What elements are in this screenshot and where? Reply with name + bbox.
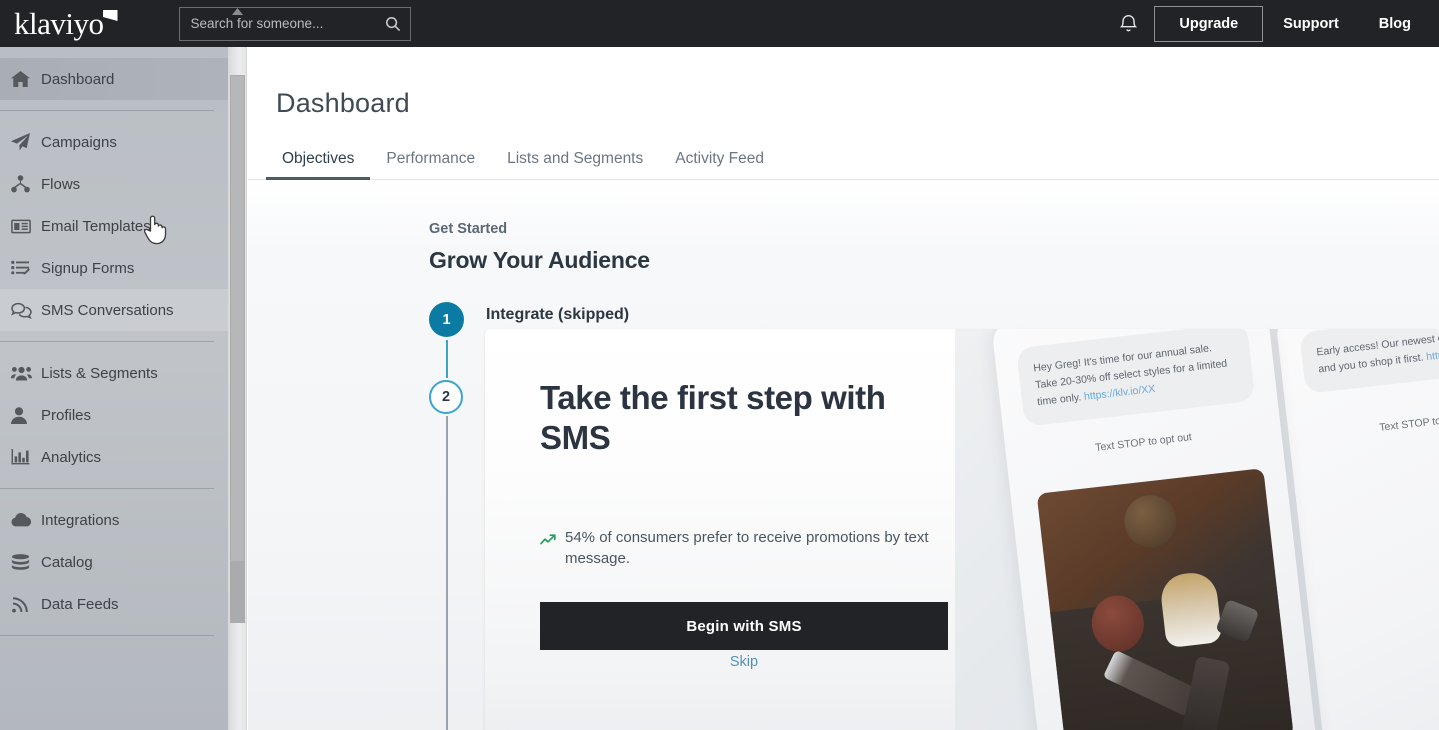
rss-feed-icon [11, 596, 39, 613]
step-1-indicator: 1 [429, 302, 464, 337]
tab-lists-and-segments[interactable]: Lists and Segments [491, 150, 659, 179]
sidebar-item-email-templates[interactable]: Email Templates [0, 205, 228, 247]
sidebar-item-catalog[interactable]: Catalog [0, 541, 228, 583]
sidebar-item-data-feeds[interactable]: Data Feeds [0, 583, 228, 625]
sidebar-item-lists-segments[interactable]: Lists & Segments [0, 352, 228, 394]
database-icon [11, 554, 39, 571]
sms-onboarding-card: Take the first step with SMS 54% of cons… [485, 329, 1439, 730]
paper-plane-icon [11, 133, 39, 151]
upgrade-button[interactable]: Upgrade [1154, 6, 1263, 42]
email-template-icon [11, 219, 39, 234]
klaviyo-flag-icon [103, 10, 118, 21]
photo-shaving-brush [1159, 570, 1223, 648]
section-title: Grow Your Audience [429, 247, 650, 274]
page-title: Dashboard [248, 47, 1439, 119]
sidebar-divider [0, 488, 214, 489]
sidebar-item-analytics[interactable]: Analytics [0, 436, 228, 478]
bell-icon[interactable] [1103, 13, 1154, 34]
sidebar-divider [0, 341, 214, 342]
sidebar-navigation: Dashboard Campaigns Flows [0, 47, 228, 730]
main-content: Dashboard Objectives Performance Lists a… [248, 47, 1439, 730]
topbar-actions: Upgrade Support Blog [1103, 6, 1439, 42]
sidebar-item-dashboard[interactable]: Dashboard [0, 58, 228, 100]
sidebar-scrollbar-thumb[interactable] [230, 75, 245, 623]
sidebar-item-profiles[interactable]: Profiles [0, 394, 228, 436]
sidebar-item-label: Email Templates [41, 218, 151, 235]
sms-bubble-link: https://klv.io/XX [1083, 383, 1155, 403]
global-search[interactable] [179, 7, 411, 41]
sidebar-item-sms-conversations[interactable]: SMS Conversations [0, 289, 228, 331]
sidebar-item-label: Signup Forms [41, 260, 134, 277]
cloud-icon [11, 513, 39, 527]
sidebar-item-label: Campaigns [41, 134, 117, 151]
sidebar-item-label: SMS Conversations [41, 302, 174, 319]
sidebar-item-label: Flows [41, 176, 80, 193]
home-icon [11, 71, 39, 88]
begin-with-sms-button[interactable]: Begin with SMS [540, 602, 948, 650]
tab-performance[interactable]: Performance [370, 150, 491, 179]
top-navigation-bar: klaviyo Upgrade Support Blog [0, 0, 1439, 47]
scrollbar-thumb-shade [231, 561, 244, 622]
step-1-title: Integrate (skipped) [486, 306, 629, 324]
trend-up-icon [540, 530, 556, 570]
grooming-products-photo [1037, 468, 1294, 730]
search-input[interactable] [191, 16, 385, 31]
sms-phones-mockup: Early access! Our newest collection is h… [955, 329, 1439, 730]
sms-bubble-link: https://k [1426, 347, 1439, 363]
sidebar-group-audience: Lists & Segments Profiles Analytics [0, 352, 228, 478]
sidebar-item-label: Dashboard [41, 71, 114, 88]
search-icon[interactable] [385, 16, 401, 32]
sms-card-heading: Take the first step with SMS [540, 378, 940, 459]
sidebar-item-label: Analytics [41, 449, 101, 466]
sms-optout-text-secondary: Text STOP to opt ou [1310, 403, 1439, 441]
flows-node-icon [11, 175, 39, 193]
sidebar-item-campaigns[interactable]: Campaigns [0, 121, 228, 163]
step-connector-line [446, 340, 448, 378]
sidebar-item-label: Catalog [41, 554, 93, 571]
sms-card-stat: 54% of consumers prefer to receive promo… [540, 527, 930, 570]
sidebar-group-main: Dashboard [0, 58, 228, 100]
logo-wordmark: klaviyo [14, 6, 104, 41]
photo-pot-lid [1122, 492, 1180, 550]
chat-bubbles-icon [11, 302, 39, 319]
support-link[interactable]: Support [1263, 16, 1359, 32]
sidebar-item-signup-forms[interactable]: Signup Forms [0, 247, 228, 289]
phone-mockup-primary: Hey Greg! It's time for our annual sale.… [991, 329, 1318, 730]
sidebar-item-label: Data Feeds [41, 596, 119, 613]
tab-activity-feed[interactable]: Activity Feed [659, 150, 780, 179]
bar-chart-icon [11, 449, 39, 465]
sidebar-divider [0, 635, 214, 636]
sms-bubble-secondary: Early access! Our newest collection is h… [1299, 329, 1439, 394]
people-group-icon [11, 366, 39, 381]
sidebar-item-flows[interactable]: Flows [0, 163, 228, 205]
sms-bubble-text: Early access! Our newest collection is h… [1316, 329, 1439, 375]
signup-form-icon [11, 260, 39, 276]
scroll-up-arrow-icon[interactable] [228, 4, 247, 18]
dashboard-tabs: Objectives Performance Lists and Segment… [248, 140, 1439, 180]
objectives-panel: Get Started Grow Your Audience 1 Integra… [248, 180, 1439, 730]
klaviyo-logo[interactable]: klaviyo [14, 8, 118, 39]
sms-bubble-text: Hey Greg! It's time for our annual sale.… [1033, 342, 1228, 408]
sidebar-item-label: Profiles [41, 407, 91, 424]
person-icon [11, 407, 39, 424]
sidebar-divider [0, 110, 214, 111]
blog-link[interactable]: Blog [1359, 16, 1431, 32]
step-connector-line-lower [446, 416, 448, 730]
get-started-eyebrow: Get Started [429, 221, 507, 237]
sidebar-group-data: Integrations Catalog Data Feeds [0, 499, 228, 625]
sms-card-stat-text: 54% of consumers prefer to receive promo… [565, 527, 930, 570]
sidebar-item-integrations[interactable]: Integrations [0, 499, 228, 541]
sidebar-group-messaging: Campaigns Flows Email Tem [0, 121, 228, 331]
sidebar-item-label: Lists & Segments [41, 365, 158, 382]
sms-bubble-primary: Hey Greg! It's time for our annual sale.… [1016, 329, 1255, 427]
sidebar-item-label: Integrations [41, 512, 119, 529]
step-2-indicator: 2 [429, 380, 463, 414]
skip-link[interactable]: Skip [540, 654, 948, 670]
sms-optout-text-primary: Text STOP to opt out [1028, 423, 1260, 461]
tab-objectives[interactable]: Objectives [266, 150, 370, 179]
